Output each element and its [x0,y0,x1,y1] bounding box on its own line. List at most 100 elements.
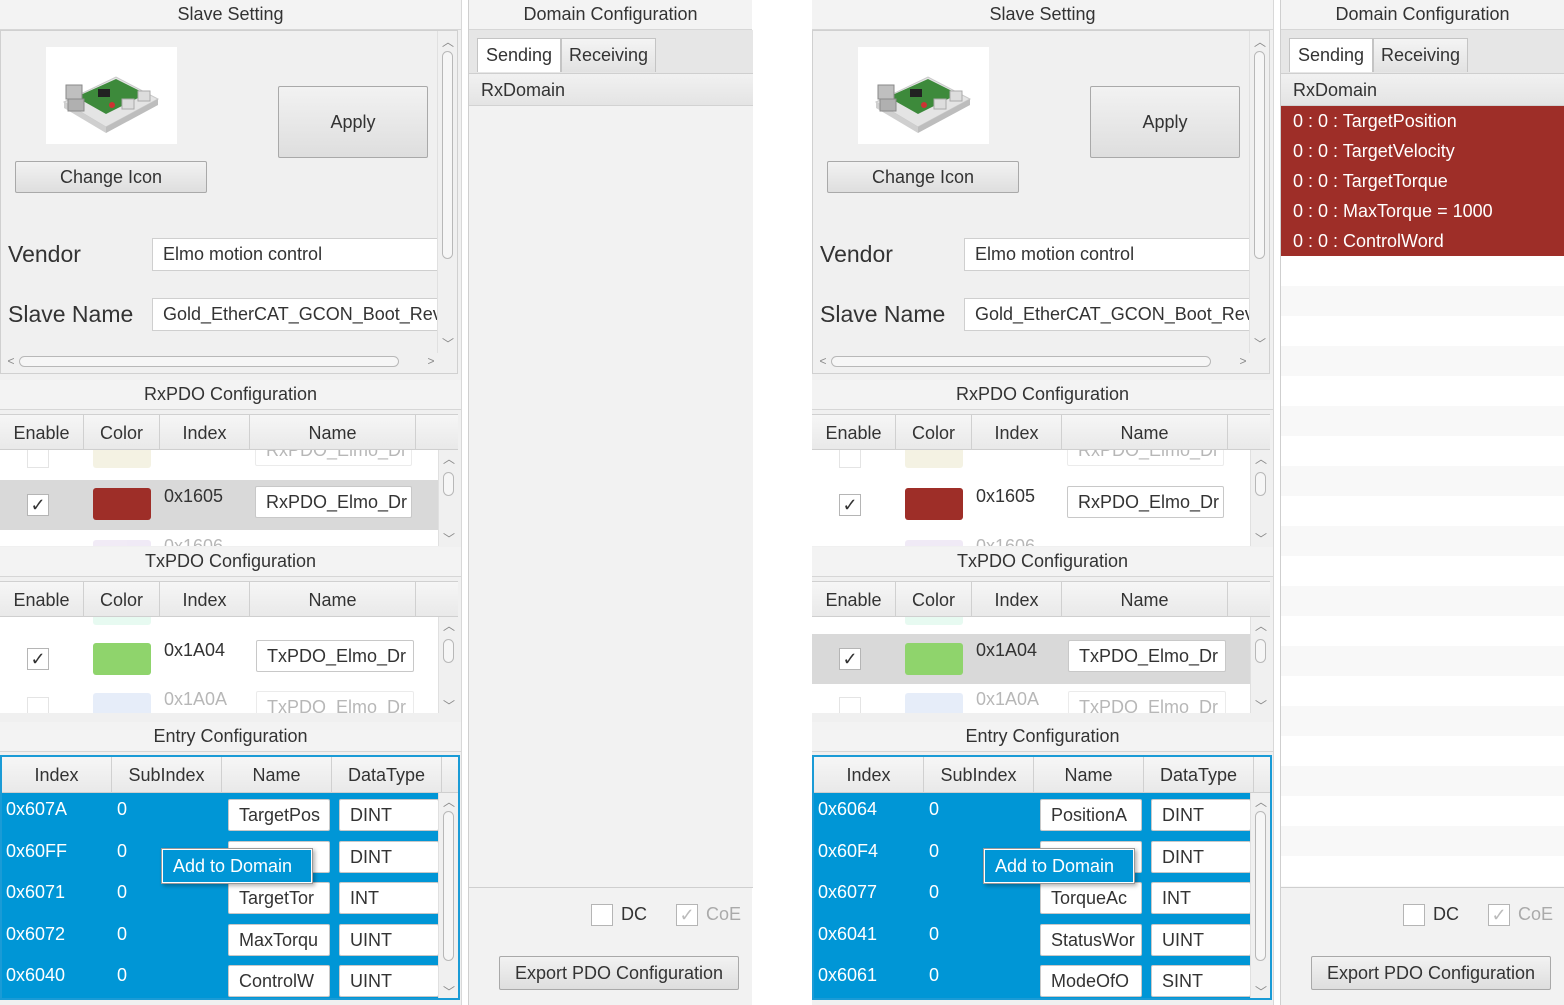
scroll-down-icon[interactable]: ﹀ [439,983,458,998]
pdo-name-field[interactable]: RxPDO_Elmo_Dr [1067,486,1224,518]
tab-sending[interactable]: Sending [477,38,561,72]
column-header[interactable]: Enable [812,415,896,451]
scroll-left-icon[interactable]: < [813,354,833,368]
color-swatch[interactable] [93,643,151,675]
add-to-domain-menu-item[interactable]: Add to Domain [985,850,1133,882]
column-header[interactable]: Name [1034,757,1144,793]
color-swatch[interactable] [93,540,151,546]
entry-scrollbar[interactable]: ︿ ﹀ [438,793,458,998]
column-header[interactable]: Enable [0,582,84,618]
table-row[interactable]: ✓ 0x1A04 TxPDO_Elmo_Dr [0,634,438,684]
pdo-name-field[interactable]: TxPDO_Elmo_Dr [1068,640,1226,672]
entry-datatype-field[interactable]: SINT [1151,965,1251,998]
domain-list[interactable] [469,106,753,888]
scroll-thumb[interactable] [443,472,454,496]
pdo-name-field[interactable]: TxPDO_Elmo_Dr [256,691,414,713]
export-pdo-button[interactable]: Export PDO Configuration [1311,956,1551,990]
enable-checkbox[interactable]: ✓ [839,648,861,670]
dc-checkbox[interactable] [591,904,613,927]
table-row[interactable]: 0x1606 [0,536,438,546]
table-row[interactable] [812,617,1250,627]
column-header[interactable]: Color [84,415,160,451]
scroll-down-icon[interactable]: ﹀ [1251,983,1270,998]
slave-horizontal-scrollbar[interactable]: < > [813,351,1249,373]
scroll-up-icon[interactable]: ︿ [439,450,458,467]
scroll-thumb[interactable] [443,811,454,961]
column-header[interactable]: Color [896,582,972,618]
scroll-thumb[interactable] [1255,472,1266,496]
slave-horizontal-scrollbar[interactable]: < > [1,351,437,373]
column-header[interactable]: Name [1062,582,1228,618]
domain-item[interactable]: 0 : 0 : ControlWord [1281,226,1564,256]
column-header[interactable]: Color [896,415,972,451]
dc-checkbox-row[interactable]: DC [1403,904,1459,927]
table-row[interactable]: 0x1604 RxPDO_Elmo_Dr [0,450,438,472]
column-header[interactable]: Index [160,415,250,451]
column-header[interactable]: DataType [332,757,442,793]
scroll-up-icon[interactable]: ︿ [1251,793,1270,810]
domain-item[interactable]: 0 : 0 : TargetVelocity [1281,136,1564,166]
dc-checkbox-row[interactable]: DC [591,904,647,927]
scroll-right-icon[interactable]: > [1233,354,1253,368]
apply-button[interactable]: Apply [1090,86,1240,158]
pdo-name-field[interactable]: TxPDO_Elmo_Dr [256,640,414,672]
scroll-down-icon[interactable]: ﹀ [438,335,457,352]
entry-datatype-field[interactable]: UINT [339,965,439,998]
color-swatch[interactable] [905,450,963,468]
change-icon-button[interactable]: Change Icon [827,161,1019,193]
scroll-thumb[interactable] [19,356,399,367]
column-header[interactable]: Color [84,582,160,618]
scroll-up-icon[interactable]: ︿ [439,793,458,810]
color-swatch[interactable] [905,617,963,625]
color-swatch[interactable] [93,693,151,713]
txpdo-scrollbar[interactable]: ︿ ﹀ [438,617,458,713]
dc-checkbox[interactable] [1403,904,1425,927]
entry-datatype-field[interactable]: DINT [1151,799,1251,831]
slave-vertical-scrollbar[interactable]: ︿ ﹀ [1249,31,1269,353]
enable-checkbox[interactable] [839,697,861,713]
pdo-name-field[interactable]: RxPDO_Elmo_Dr [1067,450,1224,466]
column-header[interactable]: Index [972,582,1062,618]
pdo-name-field[interactable]: TxPDO_Elmo_Dr [1068,691,1226,713]
color-swatch[interactable] [905,693,963,713]
color-swatch[interactable] [905,540,963,546]
vendor-field[interactable]: Elmo motion control [152,238,442,271]
enable-checkbox[interactable] [27,697,49,713]
scroll-thumb[interactable] [1254,51,1265,259]
slave-vertical-scrollbar[interactable]: ︿ ﹀ [437,31,457,353]
color-swatch[interactable] [93,488,151,520]
export-pdo-button[interactable]: Export PDO Configuration [499,956,739,990]
scroll-left-icon[interactable]: < [1,354,21,368]
domain-item[interactable]: 0 : 0 : TargetPosition [1281,106,1564,136]
entry-name-field[interactable]: TargetTor [228,882,330,915]
scroll-right-icon[interactable]: > [421,354,441,368]
table-row[interactable] [0,617,438,627]
color-swatch[interactable] [905,488,963,520]
entry-name-field[interactable]: StatusWor [1040,923,1142,956]
column-header[interactable]: Index [972,415,1062,451]
color-swatch[interactable] [93,450,151,468]
column-header[interactable]: Index [160,582,250,618]
scroll-down-icon[interactable]: ﹀ [439,697,458,713]
entry-row[interactable]: 0x607A 0 TargetPos DINT [2,793,439,835]
scroll-up-icon[interactable]: ︿ [439,617,458,634]
enable-checkbox[interactable]: ✓ [27,494,49,516]
entry-datatype-field[interactable]: INT [1151,882,1251,915]
scroll-thumb[interactable] [831,356,1211,367]
table-row[interactable]: 0x1A0A TxPDO_Elmo_Dr [0,687,438,713]
column-header[interactable]: SubIndex [924,757,1034,793]
table-row[interactable]: 0x1606 [812,536,1250,546]
scroll-down-icon[interactable]: ﹀ [1251,530,1270,546]
pdo-name-field[interactable]: RxPDO_Elmo_Dr [255,450,412,466]
entry-datatype-field[interactable]: INT [339,882,439,915]
entry-row[interactable]: 0x6072 0 MaxTorqu UINT [2,918,439,960]
entry-name-field[interactable]: ControlW [228,965,330,998]
color-swatch[interactable] [905,643,963,675]
domain-item[interactable]: 0 : 0 : TargetTorque [1281,166,1564,196]
entry-datatype-field[interactable]: DINT [339,799,439,831]
column-header[interactable]: Enable [0,415,84,451]
tab-receiving[interactable]: Receiving [1373,38,1468,72]
column-header[interactable]: DataType [1144,757,1254,793]
entry-name-field[interactable]: PositionA [1040,799,1142,831]
tab-receiving[interactable]: Receiving [561,38,656,72]
